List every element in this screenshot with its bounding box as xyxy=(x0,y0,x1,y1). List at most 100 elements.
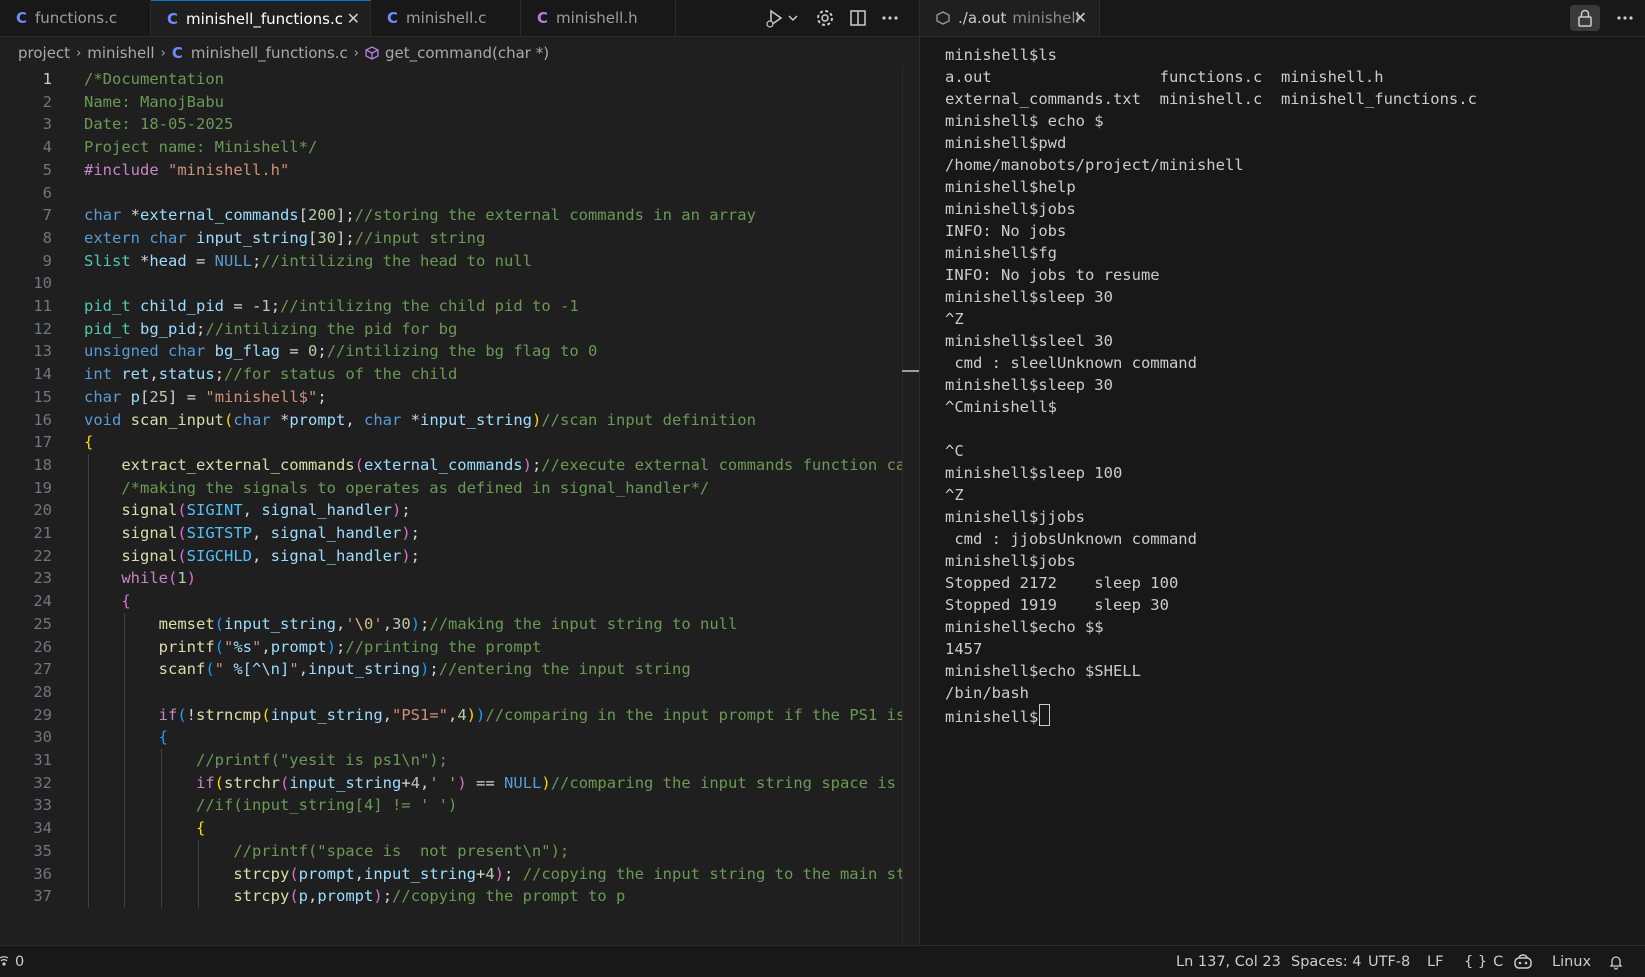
terminal-line: Stopped 2172 sleep 100 xyxy=(945,574,1179,592)
code-line[interactable]: 32 if(strchr(input_string+4,' ') == NULL… xyxy=(0,772,902,795)
code-line[interactable]: 8 extern char input_string[30];//input st… xyxy=(0,227,902,250)
code-line[interactable]: 29 if(!strncmp(input_string,"PS1=",4))//… xyxy=(0,704,902,727)
code-line[interactable]: 4 Project name: Minishell*/ xyxy=(0,136,902,159)
broadcast-icon xyxy=(0,955,12,969)
code-editor[interactable]: 1 /*Documentation 2 Name: ManojBabu 3 Date: 1… xyxy=(0,66,902,946)
language-mode[interactable]: { } C xyxy=(1464,946,1503,977)
code-line[interactable]: 23 while(1) xyxy=(0,567,902,590)
ports-indicator[interactable]: 0 xyxy=(0,946,24,977)
code-line[interactable]: 26 printf("%s",prompt);//printing the pr… xyxy=(0,636,902,659)
more-actions-icon[interactable] xyxy=(1616,6,1634,35)
line-number: 11 xyxy=(33,297,52,315)
code-text: //printf("space is not present\n"); xyxy=(233,841,570,860)
code-line[interactable]: 17 { xyxy=(0,431,902,454)
code-line[interactable]: 3 Date: 18-05-2025 xyxy=(0,113,902,136)
editor-scrollbar[interactable] xyxy=(902,66,920,946)
breadcrumb-item-file[interactable]: minishell_functions.c xyxy=(191,44,348,62)
code-line[interactable]: 34 { xyxy=(0,817,902,840)
line-number: 13 xyxy=(33,342,52,361)
code-text: { xyxy=(158,728,168,747)
code-line[interactable]: 16 void scan_input(char *prompt, char *in… xyxy=(0,409,902,432)
line-number: 5 xyxy=(42,160,52,179)
terminal-line: minishell$sleep 30 xyxy=(945,288,1113,306)
code-line[interactable]: 6 xyxy=(0,182,902,205)
tab-minishell-h[interactable]: C minishell.h xyxy=(521,0,676,36)
code-line[interactable]: 22 signal(SIGCHLD, signal_handler); xyxy=(0,545,902,568)
scrollbar-thumb[interactable] xyxy=(902,370,919,372)
line-number: 31 xyxy=(33,751,52,769)
indent-guide xyxy=(161,749,162,908)
line-number: 19 xyxy=(33,478,52,497)
terminal-line: minishell$help xyxy=(945,178,1076,196)
code-line[interactable]: 30 { xyxy=(0,726,902,749)
tab-minishell-c[interactable]: C minishell.c xyxy=(371,0,521,36)
code-line[interactable]: 35 //printf("space is not present\n"); xyxy=(0,840,902,863)
line-number: 32 xyxy=(33,773,52,792)
code-line[interactable]: 15 char p[25] = "minishell$"; xyxy=(0,386,902,409)
code-line[interactable]: 18 extract_external_commands(external_co… xyxy=(0,454,902,477)
terminal-line: 1457 xyxy=(945,640,983,658)
code-line[interactable]: 10 xyxy=(0,272,902,295)
code-line[interactable]: 20 signal(SIGINT, signal_handler); xyxy=(0,499,902,522)
cursor-position[interactable]: Ln 137, Col 23 xyxy=(1176,946,1281,977)
run-debug-icon[interactable] xyxy=(762,6,788,30)
code-line[interactable]: 13 unsigned char bg_flag = 0;//intilizing… xyxy=(0,340,902,363)
code-text: signal(SIGCHLD, signal_handler); xyxy=(121,546,421,565)
chevron-down-icon[interactable] xyxy=(787,6,799,30)
line-number: 35 xyxy=(33,841,52,860)
code-line[interactable]: 24 { xyxy=(0,590,902,613)
line-number: 22 xyxy=(33,546,52,565)
terminal-output[interactable]: minishell$ls a.out functions.c minishell.… xyxy=(945,44,1635,924)
code-text: void scan_input(char *prompt, char *inpu… xyxy=(84,410,756,429)
code-text: //if(input_string[4] != ' ') xyxy=(195,796,458,815)
language-label: C xyxy=(1493,953,1504,970)
code-line[interactable]: 7 char *external_commands[200];//storing … xyxy=(0,204,902,227)
close-icon[interactable]: ✕ xyxy=(347,9,360,28)
breadcrumb-item-symbol[interactable]: get_command(char *) xyxy=(385,44,549,62)
encoding-setting[interactable]: UTF-8 xyxy=(1368,946,1410,977)
code-text: extract_external_commands(external_comma… xyxy=(121,455,902,474)
terminal-line: cmd : sleelUnknown command xyxy=(945,354,1197,372)
code-line[interactable]: 12 pid_t bg_pid;//intilizing the pid for … xyxy=(0,318,902,341)
code-line[interactable]: 14 int ret,status;//for status of the chi… xyxy=(0,363,902,386)
tab-label: minishell_functions.c xyxy=(186,9,343,28)
tab-minishell-functions-c[interactable]: C minishell_functions.c ✕ xyxy=(151,0,371,36)
code-line[interactable]: 2 Name: ManojBabu xyxy=(0,91,902,114)
copilot-icon[interactable] xyxy=(1513,946,1533,977)
line-number: 21 xyxy=(33,524,52,542)
code-line[interactable]: 33 //if(input_string[4] != ' ') xyxy=(0,794,902,817)
more-actions-icon[interactable] xyxy=(877,6,903,30)
close-icon[interactable]: ✕ xyxy=(1074,8,1087,27)
code-line[interactable]: 28 xyxy=(0,681,902,704)
code-text: Date: 18-05-2025 xyxy=(84,115,234,134)
code-text: scanf(" %[^\n]",input_string);//entering… xyxy=(158,660,691,679)
code-line[interactable]: 1 /*Documentation xyxy=(0,68,902,91)
code-line[interactable]: 11 pid_t child_pid = -1;//intilizing the … xyxy=(0,295,902,318)
code-line[interactable]: 27 scanf(" %[^\n]",input_string);//enter… xyxy=(0,658,902,681)
breadcrumb-item-minishell[interactable]: minishell xyxy=(87,44,154,62)
code-line[interactable]: 21 signal(SIGTSTP, signal_handler); xyxy=(0,522,902,545)
breadcrumb-item-project[interactable]: project xyxy=(18,44,70,62)
ports-count: 0 xyxy=(15,953,25,970)
braces-icon: { } xyxy=(1464,953,1488,970)
bell-icon[interactable] xyxy=(1608,946,1624,977)
code-text: signal(SIGINT, signal_handler); xyxy=(121,501,411,520)
tab-functions-c[interactable]: C functions.c xyxy=(0,0,151,36)
gear-icon[interactable] xyxy=(812,6,838,30)
code-line[interactable]: 31 //printf("yesit is ps1\n"); xyxy=(0,749,902,772)
code-line[interactable]: 5 #include "minishell.h" xyxy=(0,159,902,182)
lock-icon[interactable] xyxy=(1570,5,1600,31)
tab-terminal[interactable]: ./a.out minishell ✕ xyxy=(920,0,1100,36)
remote-platform[interactable]: Linux xyxy=(1552,946,1591,977)
code-text: memset(input_string,'\0',30);//making th… xyxy=(158,614,738,633)
code-line[interactable]: 37 strcpy(p,prompt);//copying the prompt… xyxy=(0,885,902,908)
terminal-prompt-line[interactable]: minishell$ xyxy=(945,704,1635,726)
indentation-setting[interactable]: Spaces: 4 xyxy=(1291,946,1361,977)
code-line[interactable]: 25 memset(input_string,'\0',30);//making… xyxy=(0,613,902,636)
code-line[interactable]: 36 strcpy(prompt,input_string+4); //copy… xyxy=(0,863,902,886)
code-line[interactable]: 19 /*making the signals to operates as d… xyxy=(0,477,902,500)
eol-setting[interactable]: LF xyxy=(1427,946,1443,977)
code-line[interactable]: 9 Slist *head = NULL;//intilizing the hea… xyxy=(0,250,902,273)
split-editor-icon[interactable] xyxy=(845,6,871,30)
status-bar: 0 Ln 137, Col 23 Spaces: 4 UTF-8 LF { } … xyxy=(0,945,1645,977)
